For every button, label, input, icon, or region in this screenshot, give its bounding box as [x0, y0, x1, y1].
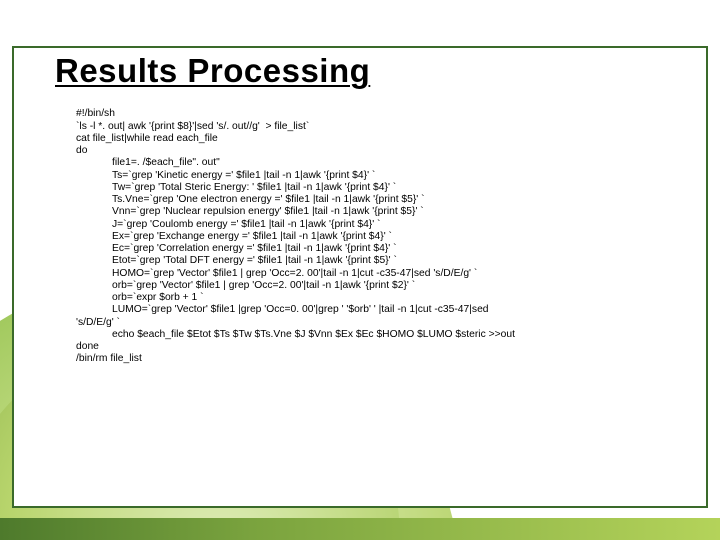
code-line: J=`grep 'Coulomb energy =' $file1 |tail … — [76, 219, 694, 231]
code-line: Ec=`grep 'Correlation energy =' $file1 |… — [76, 243, 694, 255]
code-line: Vnn=`grep 'Nuclear repulsion energy' $fi… — [76, 206, 694, 218]
code-line: #!/bin/sh — [76, 108, 115, 119]
shell-script-block: #!/bin/sh `ls -l *. out| awk '{print $8}… — [76, 96, 694, 366]
code-line: Ts=`grep 'Kinetic energy =' $file1 |tail… — [76, 170, 694, 182]
code-line: do — [76, 145, 87, 156]
code-line: cat file_list|while read each_file — [76, 133, 218, 144]
code-line: Etot=`grep 'Total DFT energy =' $file1 |… — [76, 255, 694, 267]
code-line: 's/D/E/g' ` — [76, 317, 120, 328]
code-line: orb=`grep 'Vector' $file1 | grep 'Occ=2.… — [76, 280, 694, 292]
code-line: echo $each_file $Etot $Ts $Tw $Ts.Vne $J… — [76, 329, 694, 341]
code-line: /bin/rm file_list — [76, 353, 142, 364]
code-line: file1=. /$each_file". out" — [76, 157, 694, 169]
slide-title: Results Processing — [55, 52, 370, 90]
code-line: LUMO=`grep 'Vector' $file1 |grep 'Occ=0.… — [76, 304, 694, 316]
bottom-gradient-strip — [0, 518, 720, 540]
code-line: Ex=`grep 'Exchange energy =' $file1 |tai… — [76, 231, 694, 243]
slide: Results Processing #!/bin/sh `ls -l *. o… — [0, 0, 720, 540]
code-line: `ls -l *. out| awk '{print $8}'|sed 's/.… — [76, 121, 309, 132]
code-line: HOMO=`grep 'Vector' $file1 | grep 'Occ=2… — [76, 268, 694, 280]
code-line: done — [76, 341, 99, 352]
code-line: Tw=`grep 'Total Steric Energy: ' $file1 … — [76, 182, 694, 194]
code-line: orb=`expr $orb + 1 ` — [76, 292, 694, 304]
code-line: Ts.Vne=`grep 'One electron energy =' $fi… — [76, 194, 694, 206]
